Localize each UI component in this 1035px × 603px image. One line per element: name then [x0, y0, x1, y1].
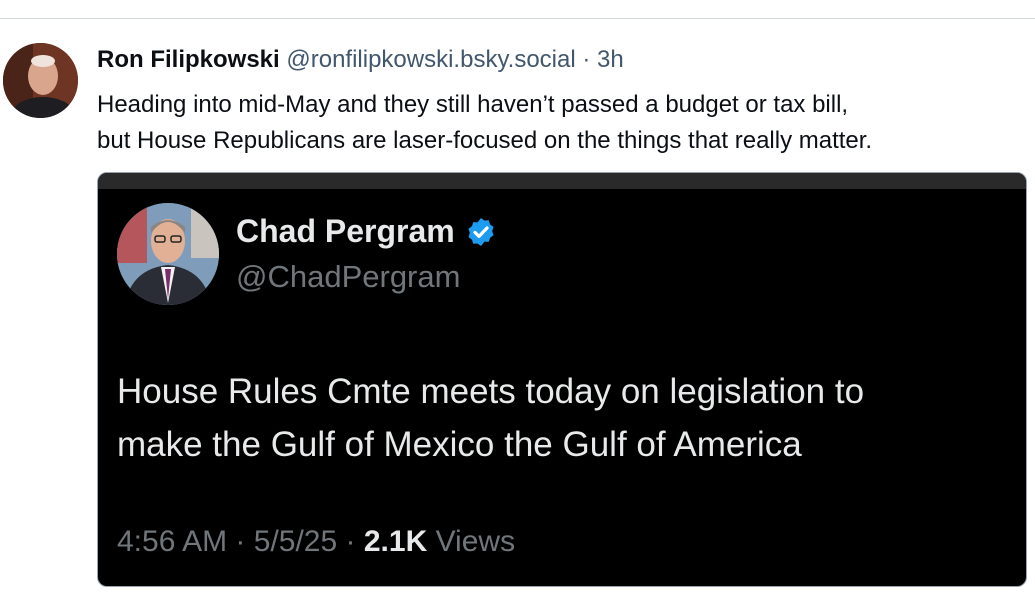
top-divider	[0, 18, 1035, 19]
embed-time: 4:56 AM	[117, 525, 228, 558]
post-text: Heading into mid-May and they still have…	[97, 87, 1032, 159]
embedded-image[interactable]: Chad Pergram @ChadPergram House Rules Cm…	[97, 172, 1027, 587]
embed-text-line: make the Gulf of Mexico the Gulf of Amer…	[117, 425, 802, 464]
author-avatar[interactable]	[3, 43, 78, 118]
post-text-line: but House Republicans are laser-focused …	[97, 127, 873, 154]
embed-author-name: Chad Pergram	[236, 213, 455, 249]
embed-date: 5/5/25	[253, 525, 338, 558]
embed-separator: ·	[235, 525, 246, 558]
embed-meta: 4:56 AM · 5/5/25 · 2.1K Views	[117, 525, 515, 559]
header-separator: ·	[582, 46, 591, 73]
embed-author-avatar	[117, 203, 219, 305]
post-header: Ron Filipkowski @ronfilipkowski.bsky.soc…	[97, 43, 624, 77]
embed-text: House Rules Cmte meets today on legislat…	[117, 365, 997, 471]
embed-avatar-image	[117, 203, 219, 305]
author-name[interactable]: Ron Filipkowski	[97, 46, 280, 73]
embed-text-line: House Rules Cmte meets today on legislat…	[117, 372, 865, 411]
verified-badge-icon	[468, 217, 494, 246]
author-handle[interactable]: @ronfilipkowski.bsky.social	[286, 46, 575, 73]
embed-separator: ·	[345, 525, 356, 558]
embed-views-label: Views	[435, 525, 516, 558]
embed-top-bar	[98, 173, 1026, 189]
author-avatar-image	[3, 43, 78, 118]
embed-author-name-row: Chad Pergram	[236, 213, 497, 250]
post-text-line: Heading into mid-May and they still have…	[97, 91, 849, 118]
embed-author-handle: @ChadPergram	[236, 259, 461, 294]
post-page: Ron Filipkowski @ronfilipkowski.bsky.soc…	[0, 0, 1035, 603]
embed-views-count: 2.1K	[363, 525, 428, 558]
post-time[interactable]: 3h	[597, 46, 624, 73]
